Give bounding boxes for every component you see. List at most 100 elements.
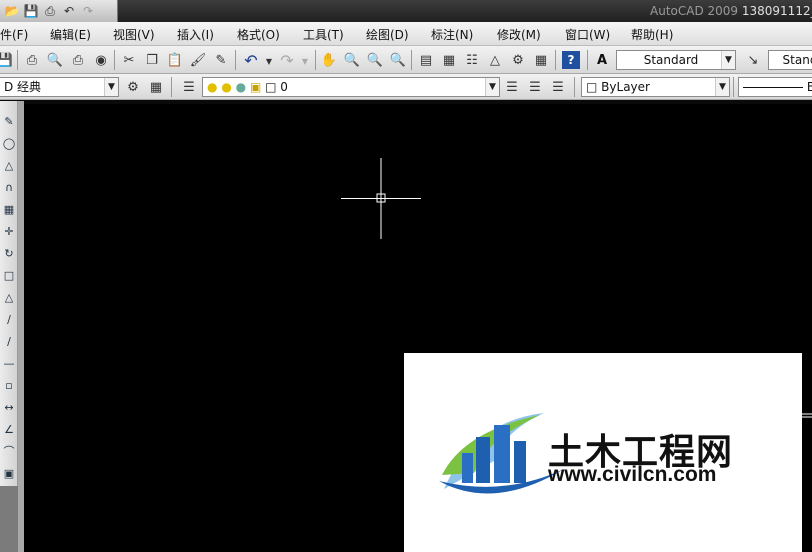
plot-icon[interactable]: ⎙ [23, 51, 41, 69]
toolbar-divider [17, 50, 18, 70]
explode-icon[interactable]: ▣ [0, 463, 18, 483]
menu-help[interactable]: 帮助(H) [631, 26, 673, 43]
open-icon[interactable]: 📂 [4, 3, 20, 19]
chevron-down-icon[interactable]: ▼ [721, 51, 735, 69]
chevron-down-icon[interactable]: ▼ [485, 78, 499, 96]
app-name: AutoCAD 2009 [650, 4, 739, 18]
menu-view[interactable]: 视图(V) [113, 26, 155, 43]
publish-icon[interactable]: ⎙ [69, 51, 87, 69]
calculator-icon[interactable]: ▦ [532, 51, 550, 69]
chevron-down-icon[interactable]: ▼ [260, 52, 278, 70]
toolbar-divider [411, 50, 412, 70]
join-icon[interactable]: ↔ [0, 397, 18, 417]
mirror-icon[interactable]: △ [0, 155, 18, 175]
chamfer-icon[interactable]: ∠ [0, 419, 18, 439]
paste-icon[interactable]: 📋 [166, 51, 184, 69]
standard-toolbar: 💾 ⎙ 🔍 ⎙ ◉ ✂ ❐ 📋 🖌 ✎ ↶ ▼ ↷ ▼ ✋ 🔍 🔍 🔍 ▤ ▦ … [0, 46, 812, 74]
color-swatch-icon: □ [265, 80, 277, 94]
plot-preview-icon[interactable]: 🔍 [46, 51, 64, 69]
move-icon[interactable]: ✛ [0, 221, 18, 241]
workspace-value: D 经典 [4, 80, 42, 94]
title-bar: 📂 💾 ⎙ ↶ ↷ AutoCAD 2009 138091112_ [0, 0, 812, 22]
chevron-down-icon[interactable]: ▼ [104, 78, 118, 96]
break-at-point-icon[interactable]: — [0, 353, 18, 373]
layer-previous-icon[interactable]: ☰ [526, 78, 544, 96]
copy-icon[interactable]: ❐ [143, 51, 161, 69]
fillet-icon[interactable]: ⌒ [0, 441, 18, 461]
print-icon[interactable]: ⎙ [42, 3, 58, 19]
tool-palettes-icon[interactable]: ☷ [463, 51, 481, 69]
redo-icon[interactable]: ↷ [278, 51, 296, 70]
toolbar-divider [574, 77, 575, 97]
toolbar-divider [315, 50, 316, 70]
toolbar-divider [114, 50, 115, 70]
cut-icon[interactable]: ✂ [120, 51, 138, 69]
break-icon[interactable]: ▫ [0, 375, 18, 395]
menu-window[interactable]: 窗口(W) [565, 26, 610, 43]
scale-icon[interactable]: □ [0, 265, 18, 285]
save-icon[interactable]: 💾 [23, 3, 39, 19]
color-select[interactable]: □ ByLayer ▼ [581, 77, 730, 97]
zoom-previous-icon[interactable]: 🔍 [389, 51, 407, 69]
dim-style-icon[interactable]: ↘ [744, 51, 762, 69]
left-dock-empty [0, 486, 18, 552]
text-style-icon[interactable]: A [593, 51, 611, 69]
workspace-select[interactable]: D 经典 ▼ [0, 77, 119, 97]
menu-draw[interactable]: 绘图(D) [366, 26, 409, 43]
linetype-value: B [807, 80, 812, 94]
zoom-window-icon[interactable]: 🔍 [366, 51, 384, 69]
dim-style-select[interactable]: Stand [768, 50, 812, 70]
menu-bar: 件(F) 编辑(E) 视图(V) 插入(I) 格式(O) 工具(T) 绘图(D)… [0, 22, 812, 46]
make-current-icon[interactable]: ☰ [503, 78, 521, 96]
menu-format[interactable]: 格式(O) [237, 26, 280, 43]
block-editor-icon[interactable]: ✎ [212, 51, 230, 69]
color-value: ByLayer [601, 80, 650, 94]
copy-icon[interactable]: ◯ [0, 133, 18, 153]
layer-properties-icon[interactable]: ☰ [180, 78, 198, 96]
markup-icon[interactable]: ⚙ [509, 51, 527, 69]
text-style-select[interactable]: Standard ▼ [616, 50, 736, 70]
menu-edit[interactable]: 编辑(E) [50, 26, 91, 43]
dim-style-value: Stand [782, 53, 812, 67]
menu-file[interactable]: 件(F) [0, 26, 28, 43]
menu-tools[interactable]: 工具(T) [303, 26, 344, 43]
help-icon[interactable]: ? [562, 51, 580, 69]
layer-select[interactable]: ● ● ● ▣ □ 0 ▼ [202, 77, 500, 97]
menu-dimension[interactable]: 标注(N) [431, 26, 473, 43]
text-style-value: Standard [643, 53, 699, 67]
stretch-icon[interactable]: △ [0, 287, 18, 307]
chevron-down-icon[interactable]: ▼ [296, 52, 314, 70]
workspace-settings-icon[interactable]: ⚙ [124, 78, 142, 96]
document-name: 138091112_ [741, 4, 812, 18]
layer-states-icon[interactable]: ☰ [549, 78, 567, 96]
layers-toolbar: D 经典 ▼ ⚙ ▦ ☰ ● ● ● ▣ □ 0 ▼ ☰ ☰ ☰ □ ByLay… [0, 74, 812, 100]
3d-dwf-icon[interactable]: ◉ [92, 51, 110, 69]
watermark-url: www.civilcn.com [548, 463, 717, 486]
lightbulb-icon: ● [207, 80, 218, 94]
rotate-icon[interactable]: ↻ [0, 243, 18, 263]
workspace-save-icon[interactable]: ▦ [147, 78, 165, 96]
toolbar-divider [171, 77, 172, 97]
save-icon[interactable]: 💾 [0, 51, 14, 69]
viewport-freeze-icon: ● [235, 80, 247, 94]
array-icon[interactable]: ▦ [0, 199, 18, 219]
properties-icon[interactable]: ▤ [417, 51, 435, 69]
linetype-select[interactable]: B [738, 77, 812, 97]
extend-icon[interactable]: ∕ [0, 331, 18, 351]
erase-icon[interactable]: ✎ [0, 111, 18, 131]
quick-access-toolbar: 📂 💾 ⎙ ↶ ↷ [0, 0, 118, 22]
design-center-icon[interactable]: ▦ [440, 51, 458, 69]
zoom-realtime-icon[interactable]: 🔍 [343, 51, 361, 69]
pan-icon[interactable]: ✋ [320, 51, 338, 69]
redo-icon[interactable]: ↷ [80, 3, 96, 19]
menu-modify[interactable]: 修改(M) [497, 26, 541, 43]
offset-icon[interactable]: ∩ [0, 177, 18, 197]
trim-icon[interactable]: ∕ [0, 309, 18, 329]
chevron-down-icon[interactable]: ▼ [715, 78, 729, 96]
match-properties-icon[interactable]: 🖌 [189, 51, 207, 69]
menu-insert[interactable]: 插入(I) [177, 26, 214, 43]
sheet-set-icon[interactable]: △ [486, 51, 504, 69]
undo-icon[interactable]: ↶ [242, 51, 260, 70]
undo-icon[interactable]: ↶ [61, 3, 77, 19]
modify-toolbar: ✎ ◯ △ ∩ ▦ ✛ ↻ □ △ ∕ ∕ — ▫ ↔ ∠ ⌒ ▣ [0, 101, 18, 486]
